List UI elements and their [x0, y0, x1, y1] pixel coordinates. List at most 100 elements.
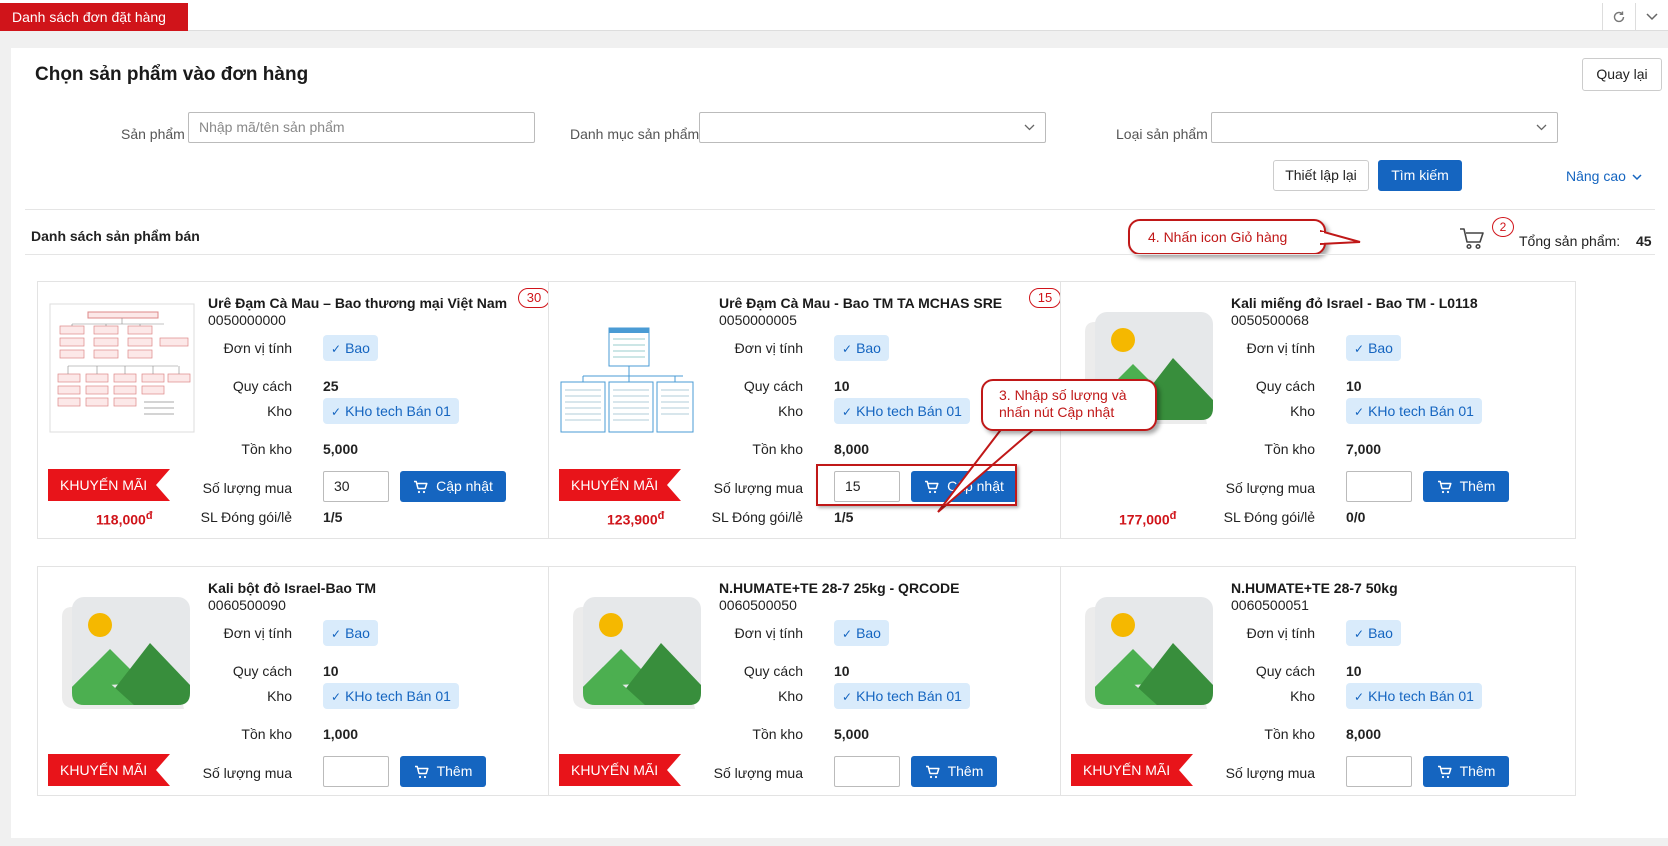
stock-label: Tồn kho	[241, 441, 292, 457]
product-card: Kali bột đỏ Israel-Bao TM 0060500090 Đơn…	[37, 566, 553, 796]
bottom-strip	[0, 838, 1668, 846]
advanced-toggle[interactable]: Nâng cao	[1566, 168, 1642, 184]
refresh-icon[interactable]	[1602, 3, 1635, 31]
spec-value: 10	[834, 378, 850, 394]
pack-label: SL Đóng gói/lẻ	[200, 509, 292, 525]
product-search-input[interactable]: Nhập mã/tên sản phẩm	[188, 112, 535, 143]
action-label: Thêm	[436, 763, 473, 779]
warehouse-value: KHo tech Bán 01	[345, 688, 451, 704]
update-button[interactable]: Cập nhật	[400, 471, 506, 502]
check-icon: ✓	[331, 342, 342, 356]
currency-symbol: đ	[145, 510, 153, 522]
spec-value: 10	[1346, 663, 1362, 679]
product-card: Urê Đạm Cà Mau – Bao thương mại Việt Nam…	[37, 281, 553, 539]
stock-value: 8,000	[834, 441, 870, 457]
total-products-label: Tổng sản phẩm:	[1519, 233, 1621, 249]
add-button[interactable]: Thêm	[1423, 471, 1509, 502]
warehouse-value: KHo tech Bán 01	[1368, 403, 1474, 419]
product-name: Kali miếng đỏ Israel - Bao TM - L0118	[1231, 295, 1478, 311]
warehouse-chip[interactable]: ✓ KHo tech Bán 01	[323, 398, 459, 424]
action-label: Thêm	[947, 763, 984, 779]
spec-value: 10	[834, 663, 850, 679]
spec-label: Quy cách	[1255, 663, 1315, 679]
warehouse-chip[interactable]: ✓ KHo tech Bán 01	[323, 683, 459, 709]
check-icon: ✓	[842, 690, 853, 704]
check-icon: ✓	[331, 690, 342, 704]
cart-icon	[925, 765, 940, 779]
unit-chip[interactable]: ✓ Bao	[1346, 335, 1401, 361]
check-icon: ✓	[331, 627, 342, 641]
search-button[interactable]: Tìm kiếm	[1378, 160, 1462, 191]
warehouse-chip[interactable]: ✓ KHo tech Bán 01	[1346, 683, 1482, 709]
unit-value: Bao	[856, 625, 881, 641]
unit-value: Bao	[856, 340, 881, 356]
warehouse-chip[interactable]: ✓ KHo tech Bán 01	[834, 683, 970, 709]
check-icon: ✓	[1354, 342, 1365, 356]
spec-label: Quy cách	[743, 378, 803, 394]
check-icon: ✓	[842, 342, 853, 356]
back-button[interactable]: Quay lại	[1582, 58, 1662, 91]
add-button[interactable]: Thêm	[400, 756, 486, 787]
unit-chip[interactable]: ✓ Bao	[834, 620, 889, 646]
cart-icon	[413, 480, 428, 494]
tab-order-list[interactable]: Danh sách đơn đặt hàng	[0, 3, 188, 31]
unit-chip[interactable]: ✓ Bao	[834, 335, 889, 361]
product-name: N.HUMATE+TE 28-7 25kg - QRCODE	[719, 580, 960, 596]
page-title: Chọn sản phẩm vào đơn hàng	[35, 64, 309, 85]
qty-input[interactable]: 30	[323, 471, 389, 502]
pack-value: 1/5	[834, 509, 854, 525]
add-button[interactable]: Thêm	[911, 756, 997, 787]
check-icon: ✓	[1354, 690, 1365, 704]
price-value: 118,000	[96, 511, 146, 528]
qty-input[interactable]	[323, 756, 389, 787]
qty-input[interactable]	[1346, 756, 1412, 787]
cart-hint-text: 4. Nhấn icon Giỏ hàng	[1148, 229, 1288, 245]
product-name: Urê Đạm Cà Mau - Bao TM TA MCHAS SRE	[719, 295, 1003, 311]
divider	[25, 209, 1655, 210]
spec-value: 10	[1346, 378, 1362, 394]
warehouse-value: KHo tech Bán 01	[345, 403, 451, 419]
unit-label: Đơn vị tính	[734, 625, 803, 641]
tab-tools	[1602, 3, 1668, 31]
cart-icon[interactable]	[1458, 224, 1486, 252]
type-select[interactable]	[1211, 112, 1558, 143]
check-icon: ✓	[1354, 405, 1365, 419]
product-name: Urê Đạm Cà Mau – Bao thương mại Việt Nam	[208, 295, 508, 311]
product-code: 0050500068	[1231, 312, 1309, 328]
stock-label: Tồn kho	[241, 726, 292, 742]
add-button[interactable]: Thêm	[1423, 756, 1509, 787]
qty-input[interactable]	[834, 756, 900, 787]
spec-value: 25	[323, 378, 339, 394]
chevron-down-icon[interactable]	[1635, 3, 1668, 31]
promo-ribbon: KHUYẾN MÃI	[48, 754, 170, 786]
warehouse-chip[interactable]: ✓ KHo tech Bán 01	[1346, 398, 1482, 424]
promo-label: KHUYẾN MÃI	[60, 477, 148, 493]
promo-ribbon: KHUYẾN MÃI	[48, 469, 170, 501]
pack-label: SL Đóng gói/lẻ	[711, 509, 803, 525]
check-icon: ✓	[842, 405, 853, 419]
currency-symbol: đ	[657, 510, 665, 522]
category-select[interactable]	[699, 112, 1046, 143]
product-code: 0060500090	[208, 597, 286, 613]
stock-label: Tồn kho	[752, 726, 803, 742]
product-name: N.HUMATE+TE 28-7 50kg	[1231, 580, 1398, 596]
qty-label: Số lượng mua	[713, 765, 803, 781]
warehouse-chip[interactable]: ✓ KHo tech Bán 01	[834, 398, 970, 424]
pack-value: 0/0	[1346, 509, 1366, 525]
unit-chip[interactable]: ✓ Bao	[323, 335, 378, 361]
advanced-label: Nâng cao	[1566, 168, 1626, 184]
promo-label: KHUYẾN MÃI	[60, 762, 148, 778]
stock-value: 7,000	[1346, 441, 1382, 457]
stock-label: Tồn kho	[1264, 726, 1315, 742]
section-title: Danh sách sản phẩm bán	[31, 228, 200, 244]
qty-input[interactable]	[1346, 471, 1412, 502]
unit-chip[interactable]: ✓ Bao	[323, 620, 378, 646]
unit-value: Bao	[345, 625, 370, 641]
reset-button[interactable]: Thiết lập lại	[1273, 160, 1369, 191]
check-icon: ✓	[1354, 627, 1365, 641]
unit-chip[interactable]: ✓ Bao	[1346, 620, 1401, 646]
promo-label: KHUYẾN MÃI	[571, 762, 659, 778]
promo-label: KHUYẾN MÃI	[1083, 762, 1171, 778]
unit-value: Bao	[1368, 625, 1393, 641]
price-value: 177,000	[1119, 511, 1170, 528]
